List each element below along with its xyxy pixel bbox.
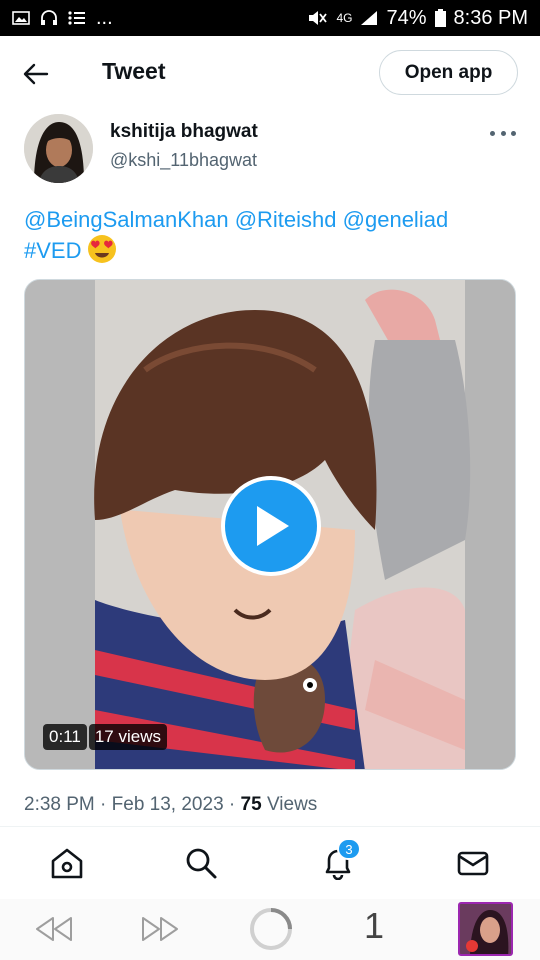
rewind-icon xyxy=(36,917,72,941)
author-handle[interactable]: @kshi_11bhagwat xyxy=(110,150,257,171)
notification-count-badge: 3 xyxy=(337,838,361,860)
battery-icon xyxy=(434,9,446,27)
browser-forward-button[interactable] xyxy=(140,911,180,947)
tab-messages[interactable] xyxy=(455,845,491,881)
profile-thumbnail[interactable] xyxy=(458,902,513,956)
more-options-button[interactable] xyxy=(490,124,516,142)
battery-percent: 74% xyxy=(386,6,427,29)
separator: · xyxy=(228,794,236,815)
tweet-date[interactable]: Feb 13, 2023 xyxy=(112,794,224,815)
tweet-meta: 2:38 PM · Feb 13, 2023 · 75 Views xyxy=(24,794,317,816)
author-name[interactable]: kshitija bhagwat xyxy=(110,121,258,143)
browser-reload-button[interactable] xyxy=(249,907,293,951)
tweet-text: @BeingSalmanKhan @Riteishd @geneliad #VE… xyxy=(24,205,516,265)
network-type: 4G xyxy=(336,11,353,25)
mute-icon xyxy=(309,11,328,25)
play-button[interactable] xyxy=(221,476,321,576)
avatar-image xyxy=(24,114,93,183)
dot xyxy=(500,130,506,136)
headset-icon xyxy=(41,10,57,25)
tab-search[interactable] xyxy=(183,845,219,881)
author-avatar[interactable] xyxy=(24,114,93,183)
mention-link[interactable]: @BeingSalmanKhan xyxy=(24,207,229,232)
tab-home[interactable] xyxy=(49,845,85,881)
hashtag-link[interactable]: #VED xyxy=(24,238,81,263)
heart-eyes-emoji-icon xyxy=(88,235,117,263)
tweet-time[interactable]: 2:38 PM xyxy=(24,794,95,815)
views-count: 75 xyxy=(240,794,262,815)
dot xyxy=(490,130,495,136)
home-icon xyxy=(51,848,83,879)
video-player[interactable]: 0:11 17 views xyxy=(24,279,516,770)
clock: 8:36 PM xyxy=(453,6,528,29)
browser-tab-count[interactable]: 1 xyxy=(364,905,384,947)
page-title: Tweet xyxy=(102,58,166,84)
video-views: 17 views xyxy=(88,724,167,750)
app-header: Tweet Open app xyxy=(0,36,540,110)
image-icon xyxy=(12,11,30,25)
views-label: Views xyxy=(266,794,318,815)
browser-back-button[interactable] xyxy=(34,911,74,947)
arrow-left-icon xyxy=(23,63,49,85)
video-duration: 0:11 xyxy=(43,724,87,750)
open-app-button[interactable]: Open app xyxy=(379,50,518,95)
loading-icon xyxy=(250,908,292,950)
fast-forward-icon xyxy=(142,917,178,941)
status-bar: ... 4G 74% 8:36 PM xyxy=(0,0,540,36)
profile-thumbnail-image xyxy=(460,904,511,954)
more-notifications-dots: ... xyxy=(96,6,113,29)
play-icon xyxy=(257,506,289,546)
video-stats: 0:11 17 views xyxy=(43,724,167,750)
mention-link[interactable]: @Riteishd xyxy=(235,207,337,232)
search-icon xyxy=(186,848,217,879)
back-button[interactable] xyxy=(22,60,50,88)
signal-icon xyxy=(361,11,378,25)
list-icon xyxy=(68,11,85,25)
mail-icon xyxy=(457,851,489,876)
mention-link[interactable]: @geneliad xyxy=(343,207,449,232)
dot xyxy=(511,130,516,136)
separator: · xyxy=(100,794,107,815)
bottom-tab-bar xyxy=(0,827,540,899)
